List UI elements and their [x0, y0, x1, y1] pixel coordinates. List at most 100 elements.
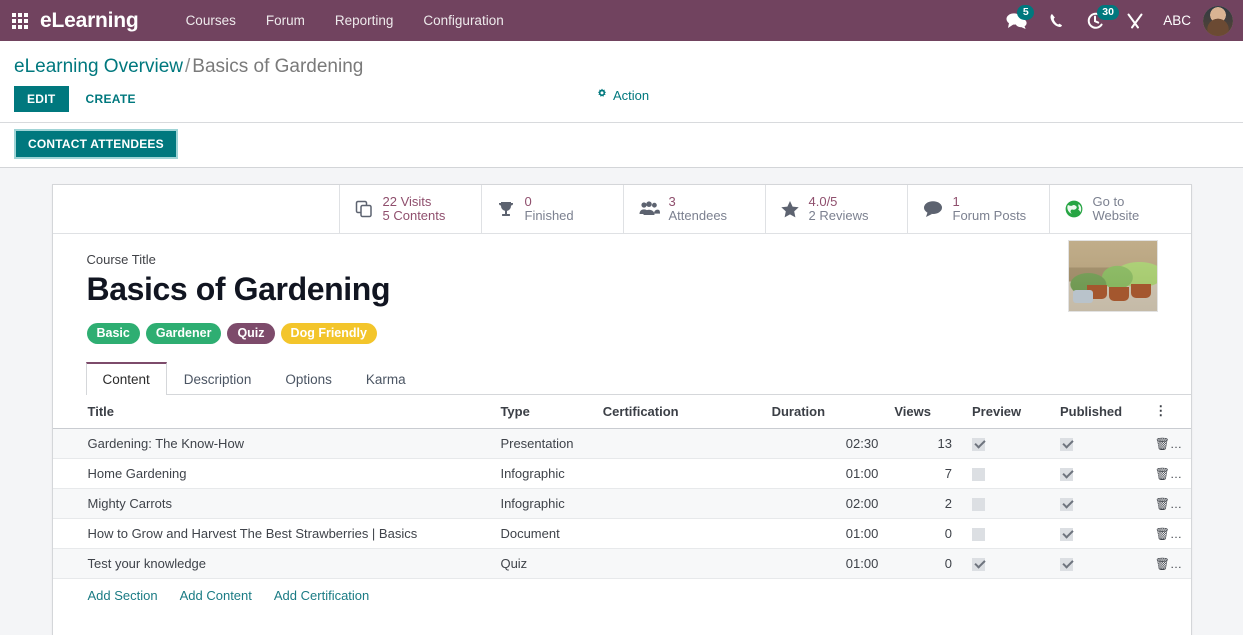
stat-button-attendees[interactable]: 3 Attendees	[622, 185, 765, 233]
add-certification-link[interactable]: Add Certification	[274, 588, 369, 603]
cell-preview	[960, 458, 1048, 490]
cell-type: Quiz	[492, 548, 595, 580]
add-section-link[interactable]: Add Section	[88, 588, 158, 603]
cell-certification	[594, 548, 764, 580]
nav-item-reporting[interactable]: Reporting	[320, 0, 409, 41]
trash-icon[interactable]: 🗑…	[1146, 518, 1191, 550]
messages-icon[interactable]: 5	[995, 0, 1038, 41]
stat-button-visits[interactable]: 22 Visits 5 Contents	[338, 185, 481, 233]
published-checkbox[interactable]	[1059, 558, 1073, 572]
published-checkbox[interactable]	[1059, 468, 1073, 482]
column-header-duration[interactable]: Duration	[763, 395, 887, 429]
tab-description[interactable]: Description	[167, 362, 269, 395]
app-brand-title[interactable]: eLearning	[40, 9, 139, 33]
trophy-icon	[496, 199, 516, 219]
gear-icon	[596, 88, 608, 103]
tab-content[interactable]: Content	[85, 362, 167, 395]
course-title-label: Course Title	[86, 252, 156, 267]
content-list-wrapper: Title Type Certification Duration Views …	[52, 395, 1191, 613]
column-header-title[interactable]: Title	[52, 395, 493, 429]
published-checkbox[interactable]	[1059, 438, 1073, 452]
stat-button-box: 22 Visits 5 Contents 0 Finished 3 Attend…	[52, 185, 1191, 234]
cell-certification	[594, 458, 764, 490]
cell-published	[1047, 458, 1147, 490]
table-row[interactable]: Gardening: The Know-How Presentation 02:…	[52, 428, 1191, 460]
course-image[interactable]	[1067, 240, 1158, 312]
add-content-link[interactable]: Add Content	[180, 588, 252, 603]
action-menu-button[interactable]: Action	[596, 88, 649, 103]
column-header-preview[interactable]: Preview	[960, 395, 1048, 429]
edit-button[interactable]: EDIT	[14, 86, 69, 112]
cell-published	[1047, 488, 1147, 520]
table-row[interactable]: Test your knowledge Quiz 01:00 0 🗑…	[52, 548, 1191, 580]
tab-options[interactable]: Options	[268, 362, 349, 395]
column-header-certification[interactable]: Certification	[594, 395, 764, 429]
preview-checkbox[interactable]	[972, 498, 985, 512]
cell-preview	[960, 548, 1048, 580]
nav-item-configuration[interactable]: Configuration	[408, 0, 518, 41]
tag-dog-friendly[interactable]: Dog Friendly	[280, 323, 377, 344]
main-nav-menu: Courses Forum Reporting Configuration	[171, 0, 519, 41]
stat-button-finished[interactable]: 0 Finished	[480, 185, 623, 233]
table-row[interactable]: Home Gardening Infographic 01:00 7 🗑…	[52, 458, 1191, 490]
cell-views: 7	[886, 458, 960, 490]
stat-button-go-to-website[interactable]: Go to Website	[1048, 185, 1191, 233]
table-row[interactable]: How to Grow and Harvest The Best Strawbe…	[52, 518, 1191, 550]
stat-forum-value: 1	[952, 194, 960, 209]
stat-website-line1: Go to	[1092, 194, 1125, 209]
trash-icon[interactable]: 🗑…	[1146, 428, 1191, 460]
nav-item-courses[interactable]: Courses	[171, 0, 251, 41]
trash-icon[interactable]: 🗑…	[1146, 458, 1191, 490]
cell-published	[1047, 428, 1147, 460]
tag-quiz[interactable]: Quiz	[227, 323, 275, 344]
user-avatar[interactable]	[1203, 5, 1233, 36]
add-links-row: Add Section Add Content Add Certificatio…	[52, 578, 1191, 613]
star-icon	[780, 200, 800, 219]
cell-duration: 01:00	[763, 458, 887, 490]
cell-title: Gardening: The Know-How	[52, 428, 493, 460]
column-header-published[interactable]: Published	[1047, 395, 1147, 429]
breadcrumb-link-elearning-overview[interactable]: eLearning Overview	[14, 56, 183, 77]
column-header-type[interactable]: Type	[492, 395, 595, 429]
cell-title: Test your knowledge	[52, 548, 493, 580]
nav-item-forum[interactable]: Forum	[251, 0, 320, 41]
preview-checkbox[interactable]	[972, 468, 985, 482]
cell-title: Home Gardening	[52, 458, 493, 490]
apps-grid-icon[interactable]	[0, 0, 40, 41]
phone-icon[interactable]	[1038, 0, 1075, 41]
stat-button-reviews[interactable]: 4.0/5 2 Reviews	[764, 185, 907, 233]
control-panel: eLearning Overview / Basics of Gardening E…	[0, 41, 1243, 123]
contact-attendees-button[interactable]: CONTACT ATTENDEES	[14, 129, 178, 159]
tag-basic[interactable]: Basic	[86, 323, 140, 344]
tools-wrench-icon[interactable]	[1115, 0, 1155, 41]
cell-certification	[594, 488, 764, 520]
stat-forum-label: Forum Posts	[952, 208, 1027, 223]
trash-icon[interactable]: 🗑…	[1146, 488, 1191, 520]
form-tabs: Content Description Options Karma	[85, 362, 1191, 395]
published-checkbox[interactable]	[1059, 498, 1073, 512]
preview-checkbox[interactable]	[972, 558, 985, 572]
published-checkbox[interactable]	[1059, 528, 1073, 542]
messages-badge: 5	[1017, 5, 1035, 20]
navbar-right-tools: 5 30 ABC	[995, 0, 1235, 41]
preview-checkbox[interactable]	[972, 528, 985, 542]
activity-clock-icon[interactable]: 30	[1075, 0, 1119, 41]
tab-karma[interactable]: Karma	[349, 362, 423, 395]
course-form-sheet: 22 Visits 5 Contents 0 Finished 3 Attend…	[51, 184, 1192, 635]
preview-checkbox[interactable]	[972, 438, 985, 452]
column-header-views[interactable]: Views	[886, 395, 960, 429]
trash-icon[interactable]: 🗑…	[1146, 548, 1191, 580]
stat-attendees-label: Attendees	[668, 208, 728, 223]
create-button[interactable]: CREATE	[75, 86, 147, 112]
user-menu-name[interactable]: ABC	[1155, 13, 1203, 28]
table-row[interactable]: Mighty Carrots Infographic 02:00 2 🗑…	[52, 488, 1191, 520]
course-title-value[interactable]: Basics of Gardening	[87, 269, 1157, 309]
stat-button-forum-posts[interactable]: 1 Forum Posts	[906, 185, 1049, 233]
top-navbar: eLearning Courses Forum Reporting Config…	[0, 0, 1243, 41]
course-title-block: Course Title Basics of Gardening Basic G…	[53, 234, 1191, 344]
tag-gardener[interactable]: Gardener	[145, 323, 222, 344]
cell-type: Infographic	[492, 458, 595, 490]
cell-preview	[960, 428, 1048, 460]
cell-views: 0	[886, 518, 960, 550]
column-options-icon[interactable]: ⋮	[1146, 395, 1191, 429]
